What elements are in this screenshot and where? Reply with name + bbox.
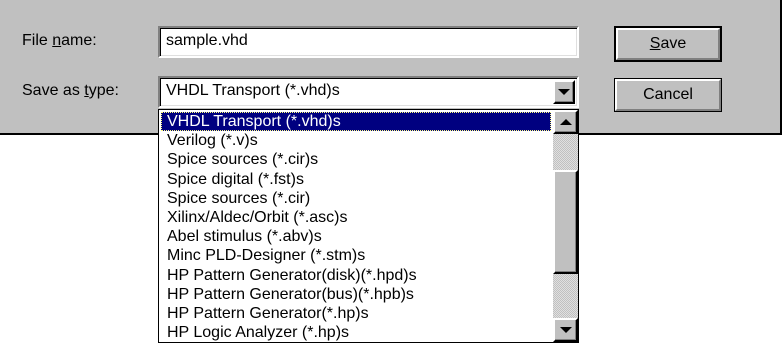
save-button-label-rest: ave (660, 35, 687, 52)
scroll-thumb[interactable] (553, 170, 578, 274)
scroll-down-button[interactable] (553, 318, 578, 342)
save-button[interactable]: Save (614, 26, 722, 62)
file-name-label: File name: (22, 32, 97, 50)
save-as-type-dropdown-list[interactable]: VHDL Transport (*.vhd)s Verilog (*.v)s Spi… (158, 109, 579, 343)
list-item[interactable]: Spice sources (*.cir)s (161, 150, 551, 169)
list-item[interactable]: HP Pattern Generator(*.hp)s (161, 304, 551, 323)
save-as-type-label-part: ype: (88, 82, 119, 99)
save-button-label: Save (650, 35, 686, 53)
list-item[interactable]: HP Pattern Generator(bus)(*.hpb)s (161, 285, 551, 304)
save-as-type-label-part: Save as (22, 82, 85, 99)
file-name-label-accelerator: n (52, 32, 62, 49)
list-item[interactable]: Spice digital (*.fst)s (161, 170, 551, 189)
save-button-accelerator: S (649, 35, 661, 52)
arrow-up-icon (559, 119, 572, 125)
save-as-type-select-value[interactable]: VHDL Transport (*.vhd)s (166, 82, 340, 100)
list-item[interactable]: Minc PLD-Designer (*.stm)s (161, 246, 551, 265)
cancel-button-label: Cancel (643, 86, 693, 103)
list-item[interactable]: VHDL Transport (*.vhd)s (161, 112, 551, 132)
cancel-button[interactable]: Cancel (614, 78, 722, 112)
arrow-down-icon (559, 327, 572, 333)
list-item[interactable]: Spice sources (*.cir) (161, 189, 551, 208)
file-name-input-text[interactable]: sample.vhd (166, 32, 248, 50)
list-item[interactable]: HP Pattern Generator(disk)(*.hpd)s (161, 266, 551, 285)
list-item[interactable]: Verilog (*.v)s (161, 131, 551, 150)
scroll-up-button[interactable] (553, 110, 578, 134)
save-as-type-dropdown-button[interactable] (553, 80, 575, 104)
file-name-label-part: ame: (61, 32, 97, 49)
list-item[interactable]: Abel stimulus (*.abv)s (161, 227, 551, 246)
file-name-label-part: File (22, 32, 53, 49)
chevron-down-icon (558, 89, 570, 95)
save-as-type-select[interactable]: VHDL Transport (*.vhd)s (158, 76, 579, 108)
dropdown-list-items: VHDL Transport (*.vhd)s Verilog (*.v)s Spi… (161, 112, 551, 342)
list-item[interactable]: HP Logic Analyzer (*.hp)s (161, 323, 551, 342)
list-item[interactable]: Xilinx/Aldec/Orbit (*.asc)s (161, 208, 551, 227)
save-as-type-label: Save as type: (22, 82, 119, 100)
dropdown-scrollbar[interactable] (553, 110, 578, 342)
file-name-input[interactable]: sample.vhd (158, 26, 579, 58)
